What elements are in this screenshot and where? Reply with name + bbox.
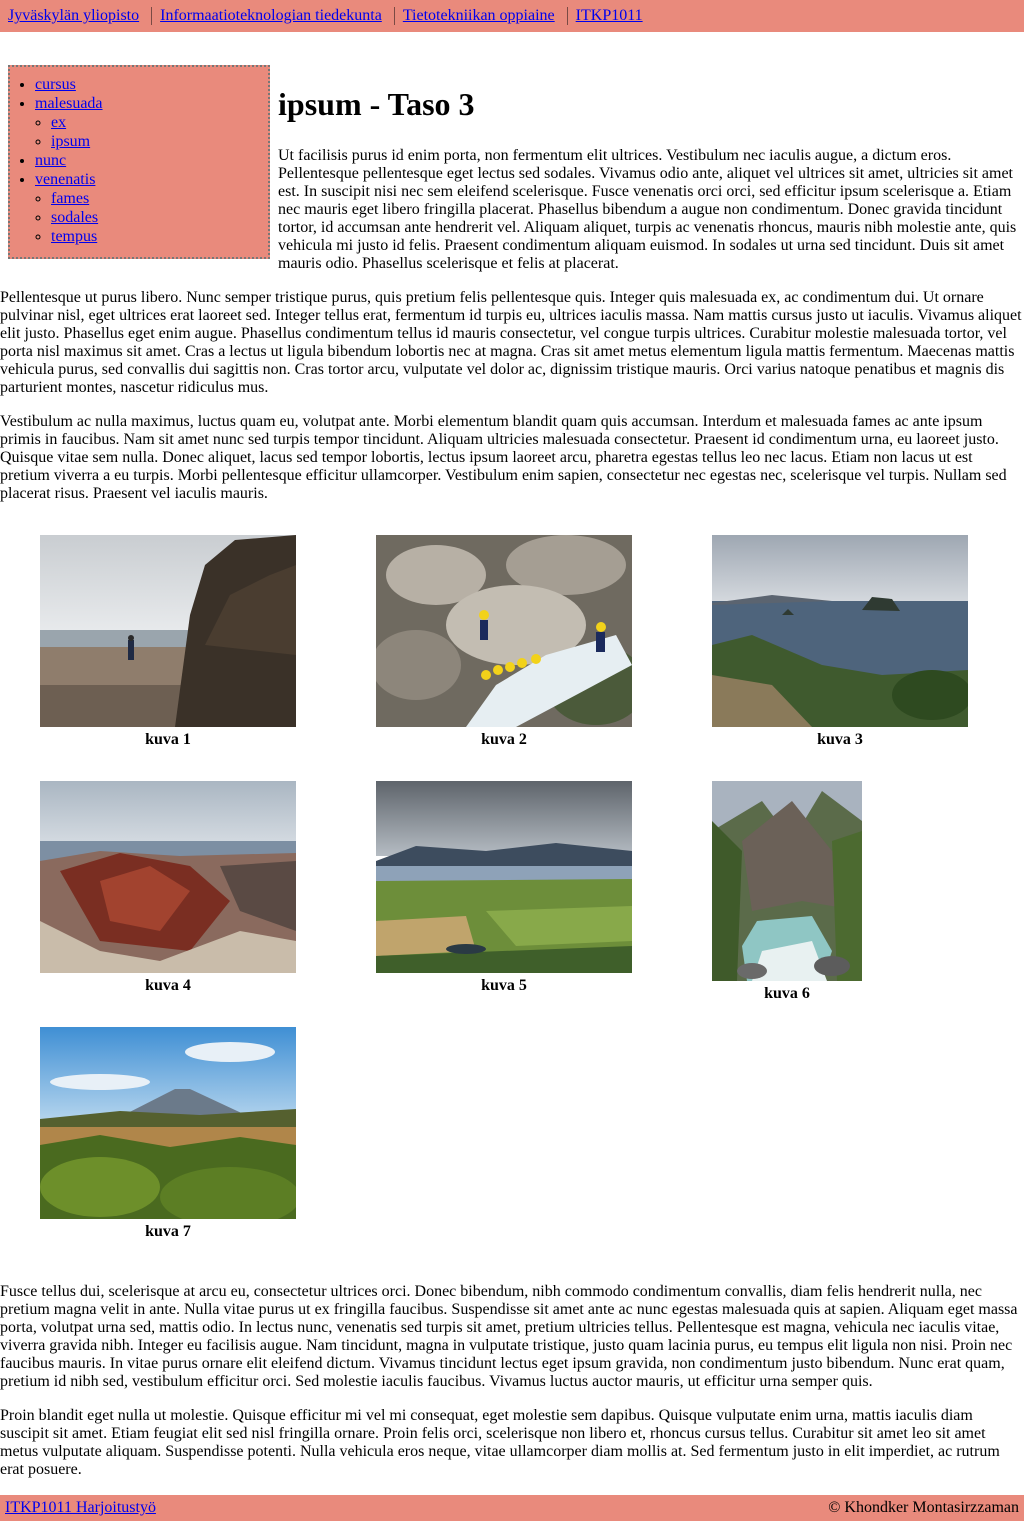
page-footer: ITKP1011 Harjoitustyö © Khondker Montasi… bbox=[0, 1495, 1024, 1521]
gallery-row: kuva 7 bbox=[0, 1027, 1024, 1281]
sidebar-menu: cursus malesuada ex ipsum nunc venenatis… bbox=[8, 65, 270, 259]
body-paragraph: Pellentesque ut purus libero. Nunc sempe… bbox=[0, 289, 1022, 396]
menu-link-cursus[interactable]: cursus bbox=[35, 76, 76, 93]
menu-item: nunc bbox=[35, 151, 268, 170]
breadcrumb-link-course[interactable]: ITKP1011 bbox=[576, 7, 651, 25]
gallery-figure: kuva 6 bbox=[672, 781, 1008, 1027]
main-content: cursus malesuada ex ipsum nunc venenatis… bbox=[0, 32, 1024, 1479]
breadcrumb-separator bbox=[566, 7, 568, 25]
gallery-figure: kuva 4 bbox=[0, 781, 336, 1027]
breadcrumb-link-university[interactable]: Jyväskylän yliopisto bbox=[8, 7, 147, 25]
breadcrumb-separator bbox=[393, 7, 395, 25]
menu-list: cursus malesuada ex ipsum nunc venenatis… bbox=[10, 75, 268, 246]
submenu-link-sodales[interactable]: sodales bbox=[51, 209, 98, 226]
breadcrumb-link-faculty[interactable]: Informaatioteknologian tiedekunta bbox=[160, 7, 390, 25]
submenu-link-ipsum[interactable]: ipsum bbox=[51, 133, 90, 150]
menu-link-venenatis[interactable]: venenatis bbox=[35, 171, 95, 188]
gallery-row: kuva 1 kuva 2 kuva 3 bbox=[0, 535, 1024, 781]
submenu-link-ex[interactable]: ex bbox=[51, 114, 66, 131]
photo-volcano-shrubland bbox=[40, 1027, 296, 1219]
footer-copyright: © Khondker Montasirzzaman bbox=[828, 1499, 1019, 1516]
photo-canyoning bbox=[376, 535, 632, 727]
figure-caption: kuva 6 bbox=[764, 985, 810, 1002]
submenu-list: ex ipsum bbox=[35, 113, 268, 151]
menu-item: cursus bbox=[35, 75, 268, 94]
menu-link-nunc[interactable]: nunc bbox=[35, 152, 66, 169]
breadcrumb: Jyväskylän yliopisto Informaatioteknolog… bbox=[0, 0, 1024, 32]
after-gallery-text: Fusce tellus dui, scelerisque at arcu eu… bbox=[0, 1281, 1024, 1479]
body-paragraph: Fusce tellus dui, scelerisque at arcu eu… bbox=[0, 1283, 1018, 1390]
menu-link-malesuada[interactable]: malesuada bbox=[35, 95, 103, 112]
figure-caption: kuva 4 bbox=[145, 977, 191, 994]
submenu-item: ipsum bbox=[51, 132, 268, 151]
submenu-link-fames[interactable]: fames bbox=[51, 190, 89, 207]
photo-lake-farmland bbox=[376, 781, 632, 973]
menu-item: malesuada ex ipsum bbox=[35, 94, 268, 151]
breadcrumb-separator bbox=[151, 7, 153, 25]
submenu-item: sodales bbox=[51, 208, 268, 227]
breadcrumb-link-department[interactable]: Tietotekniikan oppiaine bbox=[403, 7, 563, 25]
body-paragraph: Vestibulum ac nulla maximus, luctus quam… bbox=[0, 413, 1007, 502]
photo-red-crater bbox=[40, 781, 296, 973]
photo-coast-islands bbox=[712, 535, 968, 727]
submenu-list: fames sodales tempus bbox=[35, 189, 268, 246]
submenu-item: tempus bbox=[51, 227, 268, 246]
body-paragraph: Proin blandit eget nulla ut molestie. Qu… bbox=[0, 1407, 1000, 1478]
figure-caption: kuva 5 bbox=[481, 977, 527, 994]
image-gallery: kuva 1 kuva 2 kuva 3 kuva 4 kuva 5 kuva … bbox=[0, 519, 1024, 1281]
gallery-figure: kuva 1 bbox=[0, 535, 336, 781]
figure-caption: kuva 1 bbox=[145, 731, 191, 748]
footer-course-link[interactable]: ITKP1011 Harjoitustyö bbox=[5, 1499, 156, 1517]
gallery-row: kuva 4 kuva 5 kuva 6 bbox=[0, 781, 1024, 1027]
photo-mountain-river bbox=[712, 781, 862, 981]
figure-caption: kuva 7 bbox=[145, 1223, 191, 1240]
figure-caption: kuva 3 bbox=[817, 731, 863, 748]
gallery-figure: kuva 7 bbox=[0, 1027, 336, 1281]
photo-beach-cliff bbox=[40, 535, 296, 727]
figure-caption: kuva 2 bbox=[481, 731, 527, 748]
gallery-figure: kuva 2 bbox=[336, 535, 672, 781]
gallery-figure: kuva 5 bbox=[336, 781, 672, 1027]
gallery-figure: kuva 3 bbox=[672, 535, 1008, 781]
submenu-item: fames bbox=[51, 189, 268, 208]
submenu-item: ex bbox=[51, 113, 268, 132]
submenu-link-tempus[interactable]: tempus bbox=[51, 228, 97, 245]
menu-item: venenatis fames sodales tempus bbox=[35, 170, 268, 246]
